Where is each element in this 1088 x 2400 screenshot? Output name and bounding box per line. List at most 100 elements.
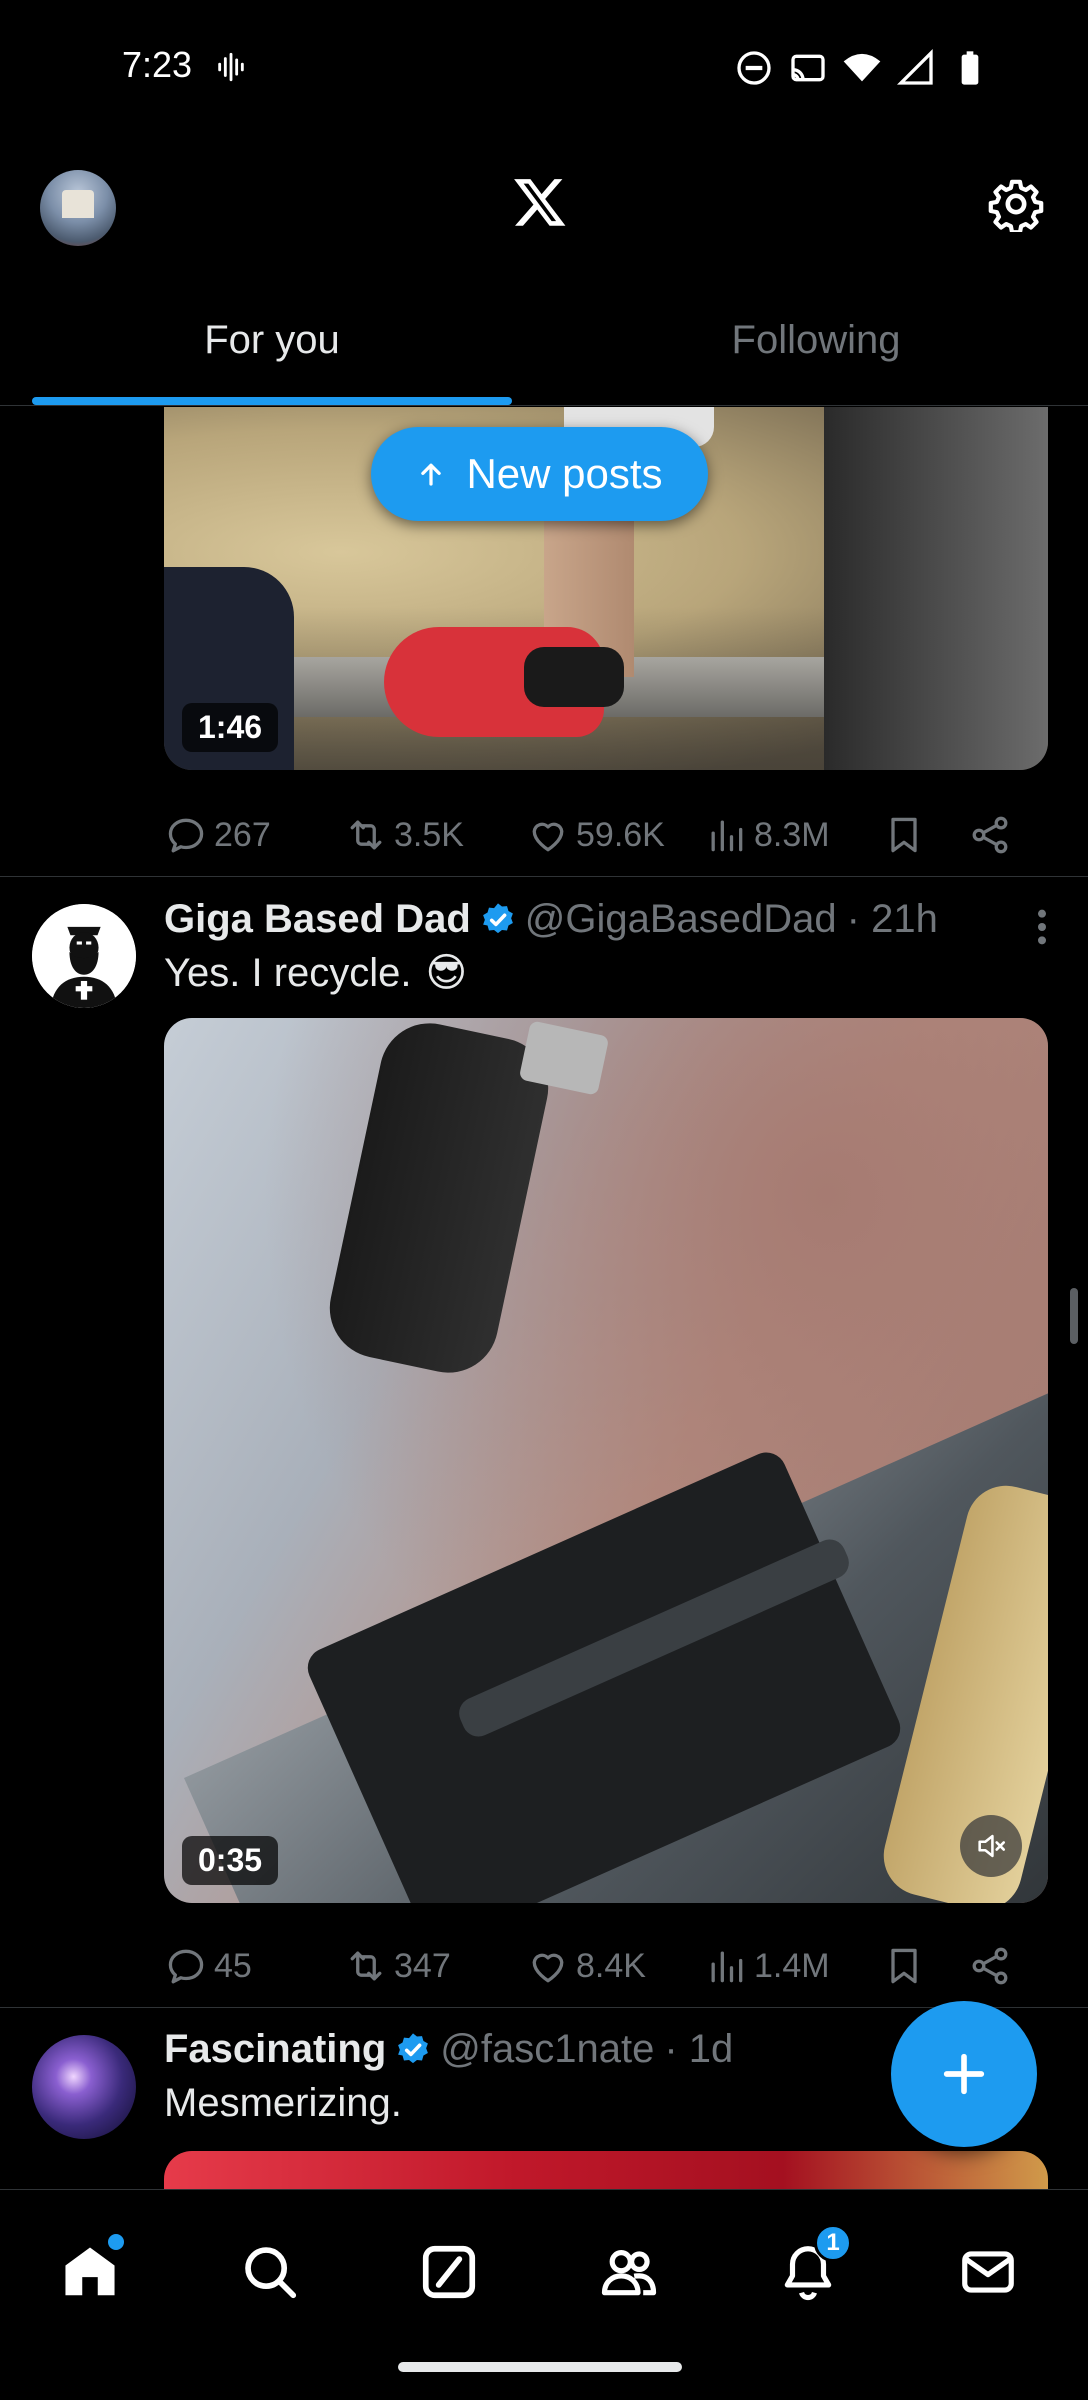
views-chart-icon (711, 1951, 743, 1983)
nav-messages[interactable] (948, 2232, 1028, 2312)
verified-badge-icon (482, 902, 513, 933)
post-divider (0, 2007, 1088, 2008)
view-count: 1.4M (754, 1946, 830, 1985)
feed-tabs: For you Following (0, 300, 1088, 406)
share-icon (972, 816, 1008, 854)
bearded-man-logo-icon (32, 904, 136, 1008)
top-header (0, 150, 1088, 260)
gear-icon[interactable] (988, 176, 1044, 232)
system-home-indicator[interactable] (398, 2362, 682, 2372)
post-body: Mesmerizing. (164, 2081, 402, 2125)
communities-icon (601, 2250, 657, 2296)
status-icons (734, 48, 990, 88)
share-button[interactable] (968, 1944, 1028, 1988)
grok-icon (422, 2245, 476, 2299)
reply-count: 45 (214, 1946, 252, 1985)
author-handle[interactable]: @fasc1nate (440, 2027, 654, 2072)
reply-button[interactable]: 267 (164, 813, 344, 857)
sunglasses-emoji: 😎 (425, 951, 468, 995)
nav-notifications[interactable]: 1 (768, 2224, 852, 2312)
post-header: Fascinating @fasc1nate · 1d (164, 2027, 733, 2072)
more-options-icon[interactable] (1036, 907, 1048, 947)
nav-search[interactable] (230, 2232, 310, 2312)
views-chart-icon (711, 820, 743, 852)
bookmark-button[interactable] (882, 1944, 968, 1988)
bottom-navigation: 1 (0, 2189, 1088, 2400)
video-duration: 1:46 (182, 703, 279, 752)
like-button[interactable]: 8.4K (526, 1944, 704, 1988)
search-icon (245, 2247, 297, 2299)
bookmark-icon (891, 1948, 917, 1984)
post-text: Yes. I recycle. 😎 (164, 950, 467, 996)
notification-badge: 1 (814, 2224, 852, 2262)
tab-label: Following (731, 318, 901, 362)
post-divider (0, 876, 1088, 877)
wifi-icon (843, 53, 881, 82)
repost-count: 347 (394, 1946, 451, 1985)
home-icon (65, 2247, 115, 2296)
heart-icon (532, 1953, 564, 1983)
reply-icon (168, 818, 204, 853)
nav-home[interactable] (50, 2232, 130, 2312)
views-button[interactable]: 1.4M (704, 1944, 882, 1988)
repost-icon (350, 1951, 382, 1981)
battery-icon (961, 51, 979, 85)
heart-icon (532, 822, 564, 852)
post-media[interactable] (164, 2151, 1048, 2189)
messages-icon (962, 2251, 1014, 2293)
tab-following[interactable]: Following (544, 300, 1088, 405)
mute-button[interactable] (960, 1815, 1022, 1877)
like-button[interactable]: 59.6K (526, 813, 704, 857)
author-avatar[interactable] (32, 904, 136, 1008)
plus-icon (943, 2053, 985, 2095)
status-time: 7:23 (122, 44, 193, 85)
new-posts-label: New posts (466, 450, 663, 497)
compose-post-button[interactable] (891, 2001, 1037, 2147)
view-count: 8.3M (754, 815, 830, 854)
nav-communities[interactable] (589, 2232, 669, 2312)
repost-count: 3.5K (394, 815, 464, 854)
bookmark-icon (891, 817, 917, 853)
new-posts-button[interactable]: New posts (371, 427, 708, 521)
author-name[interactable]: Giga Based Dad (164, 897, 471, 942)
post-actions: 45 347 8.4K 1.4M (164, 1936, 1044, 1996)
x-logo-icon[interactable] (512, 174, 568, 230)
tab-label: For you (204, 318, 340, 362)
like-count: 8.4K (576, 1946, 646, 1985)
author-name[interactable]: Fascinating (164, 2027, 386, 2072)
signal-icon (896, 48, 933, 85)
status-bar: 7:23 (0, 0, 1088, 135)
bookmark-button[interactable] (882, 813, 968, 857)
post-text: Mesmerizing. (164, 2081, 402, 2126)
post-body: Yes. I recycle. (164, 950, 412, 995)
home-new-dot (108, 2234, 124, 2250)
nav-grok[interactable] (409, 2232, 489, 2312)
share-button[interactable] (968, 813, 1028, 857)
repost-icon (350, 820, 382, 850)
views-button[interactable]: 8.3M (704, 813, 882, 857)
verified-badge-icon (398, 2032, 429, 2063)
arrow-up-icon (421, 463, 442, 486)
post-header: Giga Based Dad @GigaBasedDad · 21h (164, 897, 938, 942)
post-time: · 21h (846, 897, 938, 941)
post-video[interactable]: 0:35 (164, 1018, 1048, 1903)
timeline[interactable]: 1:46 267 3.5K 59.6K 8.3M Giga Based Dad … (0, 407, 1088, 2189)
cast-icon (791, 54, 825, 82)
tab-for-you[interactable]: For you (0, 300, 544, 405)
dnd-icon (737, 51, 771, 85)
reply-button[interactable]: 45 (164, 1944, 344, 1988)
reply-icon (168, 1949, 204, 1984)
author-handle[interactable]: @GigaBasedDad (525, 897, 837, 942)
muted-speaker-icon (978, 1834, 1006, 1858)
repost-button[interactable]: 3.5K (344, 813, 526, 857)
profile-avatar[interactable] (40, 170, 116, 246)
author-avatar[interactable] (32, 2035, 136, 2139)
post-time: · 1d (664, 2027, 734, 2071)
reply-count: 267 (214, 815, 271, 854)
active-tab-indicator (32, 397, 512, 405)
repost-button[interactable]: 347 (344, 1944, 526, 1988)
scrollbar-thumb[interactable] (1070, 1288, 1078, 1344)
like-count: 59.6K (576, 815, 665, 854)
post-actions: 267 3.5K 59.6K 8.3M (164, 805, 1044, 865)
share-icon (972, 1947, 1008, 1985)
